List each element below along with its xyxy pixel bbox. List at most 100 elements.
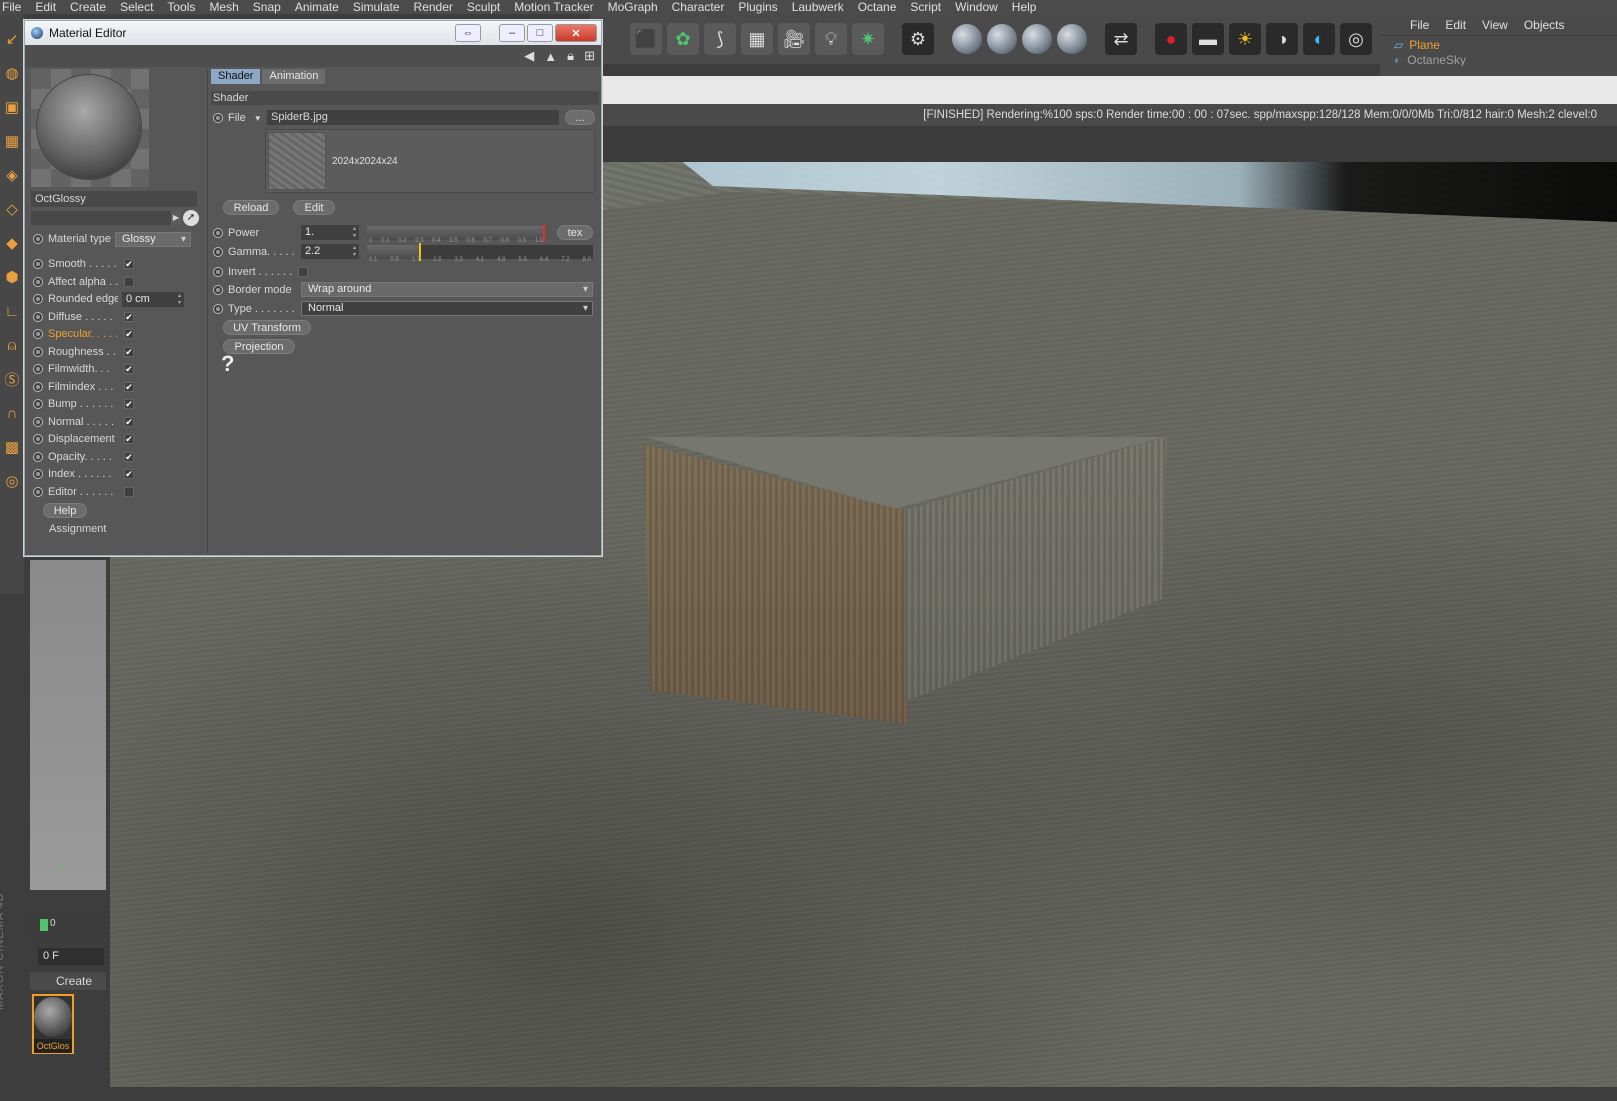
cube-mode-icon[interactable]: ▣	[1, 92, 23, 122]
material-name-field[interactable]: OctGlossy	[31, 191, 197, 207]
render-record-icon[interactable]: ●	[1155, 23, 1187, 55]
lock-icon[interactable]: 🔒︎	[567, 48, 574, 64]
help-button[interactable]: Help	[43, 503, 87, 518]
mouse-icon[interactable]: ⍝	[1, 330, 23, 360]
secondary-viewport[interactable]: ⊥	[30, 560, 106, 890]
texture-mode-icon[interactable]: ◈	[1, 160, 23, 190]
type-dropdown[interactable]: Normal	[301, 301, 593, 316]
animate-radio[interactable]	[33, 311, 43, 322]
new-panel-icon[interactable]: ⊞	[584, 48, 595, 64]
frame-field[interactable]: 0 F	[38, 948, 104, 965]
menu-create[interactable]: Create	[70, 0, 106, 14]
channel-checkbox[interactable]	[124, 346, 134, 357]
menu-window[interactable]: Window	[955, 0, 998, 14]
camera-icon[interactable]: 🎥︎	[778, 23, 810, 55]
undo-icon[interactable]: ↙	[1, 24, 23, 54]
checker-icon[interactable]: ▦	[1, 126, 23, 156]
maximize-button[interactable]: □	[527, 24, 553, 42]
channel-label[interactable]: Diffuse . . . . .	[48, 311, 118, 323]
daylight-icon[interactable]: ☀	[1229, 23, 1261, 55]
channel-label[interactable]: Bump . . . . . .	[48, 398, 118, 410]
border-mode-dropdown[interactable]: Wrap around	[301, 282, 593, 297]
channel-label[interactable]: Filmwidth. . .	[48, 363, 118, 375]
link-arrow-icon[interactable]: ▶	[171, 211, 181, 225]
animate-radio[interactable]	[213, 285, 223, 295]
animate-radio[interactable]	[213, 228, 223, 238]
cloner-icon[interactable]: ✿	[667, 23, 699, 55]
minimize-button[interactable]: –	[499, 24, 525, 42]
grid-lock-icon[interactable]: ▩	[1, 432, 23, 462]
close-button[interactable]: ✕	[555, 24, 597, 42]
shuffle-icon[interactable]: ⇄	[1105, 23, 1137, 55]
globe-icon[interactable]: ◍	[1, 58, 23, 88]
menu-file[interactable]: File	[2, 0, 21, 14]
channel-label[interactable]: Affect alpha . . .	[48, 276, 118, 288]
pick-cursor-icon[interactable]: ➚	[183, 210, 199, 226]
invert-checkbox[interactable]	[298, 267, 309, 277]
channel-label[interactable]: Specular. . . . .	[48, 328, 118, 340]
file-dropdown-icon[interactable]: ▼	[254, 114, 262, 123]
power-slider-handle[interactable]	[543, 224, 545, 242]
channel-label[interactable]: Smooth . . . . . .	[48, 258, 118, 270]
channel-checkbox[interactable]	[124, 259, 134, 269]
polygons-mode-icon[interactable]: ⬢	[1, 262, 23, 292]
contrast-icon[interactable]: ◑	[1266, 23, 1298, 55]
power-input[interactable]: 1.	[301, 225, 359, 240]
rounded-edges-input[interactable]: 0 cm	[122, 291, 184, 307]
channel-checkbox[interactable]	[124, 381, 134, 392]
edit-button[interactable]: Edit	[293, 200, 335, 215]
menu-laubwerk[interactable]: Laubwerk	[792, 0, 844, 14]
channel-label[interactable]: Displacement	[48, 433, 118, 445]
file-path-field[interactable]: SpiderB.jpg	[267, 110, 559, 125]
gamma-input[interactable]: 2.2	[301, 244, 359, 259]
uv-transform-button[interactable]: UV Transform	[223, 320, 311, 335]
material-manager-menu-create[interactable]: Create	[30, 972, 106, 990]
material-type-dropdown[interactable]: Glossy	[114, 231, 191, 247]
panel-divider[interactable]	[207, 69, 208, 553]
points-mode-icon[interactable]: ◇	[1, 194, 23, 224]
tex-button[interactable]: tex	[557, 225, 593, 240]
animate-radio[interactable]	[33, 399, 43, 409]
sphere-glossy-icon[interactable]	[987, 24, 1017, 54]
channel-checkbox[interactable]	[124, 451, 134, 462]
menu-character[interactable]: Character	[672, 0, 725, 14]
magnet-icon[interactable]: ∩	[1, 398, 23, 428]
animate-radio[interactable]	[33, 364, 43, 374]
sphere-specular-icon[interactable]	[1022, 24, 1052, 54]
menu-simulate[interactable]: Simulate	[353, 0, 400, 14]
channel-checkbox[interactable]	[124, 434, 134, 444]
animate-radio[interactable]	[33, 451, 43, 462]
animate-radio[interactable]	[213, 267, 223, 277]
channel-checkbox[interactable]	[124, 399, 134, 409]
animate-radio[interactable]	[33, 469, 43, 479]
menu-octane[interactable]: Octane	[858, 0, 897, 14]
workplane-icon[interactable]: ◎	[1, 466, 23, 496]
menu-mesh[interactable]: Mesh	[209, 0, 238, 14]
animate-radio[interactable]	[213, 247, 223, 257]
animate-radio[interactable]	[33, 234, 43, 244]
animate-radio[interactable]	[33, 259, 43, 269]
objects-menu-view[interactable]: View	[1482, 18, 1508, 32]
channel-label[interactable]: Opacity. . . . .	[48, 451, 118, 463]
animate-radio[interactable]	[213, 113, 223, 123]
spline-icon[interactable]: ⟆	[704, 23, 736, 55]
objects-menu-objects[interactable]: Objects	[1524, 18, 1565, 32]
menu-tools[interactable]: Tools	[167, 0, 195, 14]
animate-radio[interactable]	[33, 434, 43, 444]
channel-checkbox[interactable]	[124, 364, 134, 374]
channel-checkbox[interactable]	[124, 311, 134, 322]
tab-shader[interactable]: Shader	[211, 69, 261, 84]
reload-button[interactable]: Reload	[223, 200, 279, 215]
timeline-marker[interactable]	[40, 919, 48, 931]
animate-radio[interactable]	[33, 416, 43, 427]
animate-radio[interactable]	[33, 346, 43, 357]
cube-icon[interactable]: ⬛	[630, 23, 662, 55]
help-icon[interactable]: ?	[221, 351, 234, 377]
up-arrow-icon[interactable]: ▲	[544, 49, 557, 64]
animate-radio[interactable]	[33, 294, 43, 304]
object-row-octanesky[interactable]: ◐ OctaneSky	[1380, 54, 1617, 66]
channel-checkbox[interactable]	[124, 329, 134, 339]
sphere-material-icon[interactable]	[952, 24, 982, 54]
channel-label[interactable]: Editor . . . . . .	[48, 486, 118, 498]
objects-menu-edit[interactable]: Edit	[1445, 18, 1466, 32]
